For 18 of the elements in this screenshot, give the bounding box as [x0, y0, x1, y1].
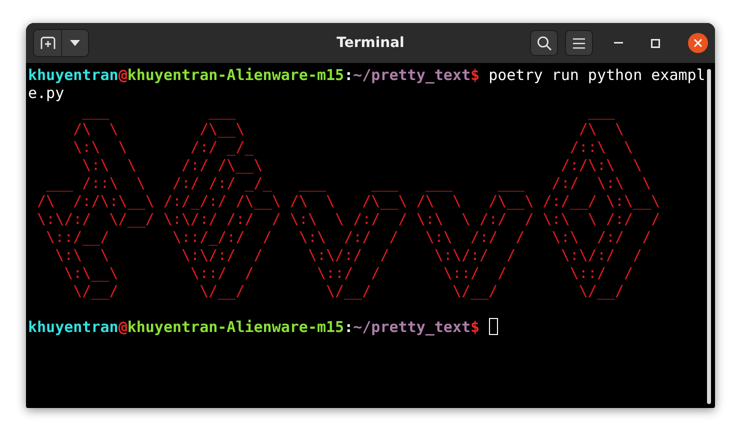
menu-button[interactable] — [565, 30, 593, 56]
maximize-icon — [650, 38, 660, 48]
output-text: e.py — [28, 84, 64, 102]
new-tab-icon — [40, 36, 56, 50]
command-text: poetry run python exampl — [488, 66, 706, 84]
close-icon — [694, 39, 702, 47]
scrollbar[interactable] — [707, 69, 711, 404]
shell-prompt: khuyentran@khuyentran-Alienware-m15:~/pretty_text$ — [28, 66, 480, 84]
ascii-art: ___ ___ ___ /\ \ /\__\ /\ \ \:\ \ /:/ _/_ /::\ \ \:\ \ /:/ /\__\ /:/\:\ \ ___ /::\ \ /:/ /:/ _/_ ___ ___ ___ ___ /:/ \:\ \ /\ /:/\:\__\ /:/_/:/ /\__\ /\ \ /\__\ /\ \ /\__\ /:/__/ \:\__\ \:\/:/ \/__/ \:\/:/ /:/ / \:\ \ /:/ / \:\ \ /:/ / \:\ \ /:/ / \::/__/ \::/_/:/ / \:\ /:/ / \:\ /:/ / \:\ /:/ / \:\ \ \:\/:/ / \:\/:/ / \:\/:/ / \:\/:/ / \:\__\ \::/ / \::/ / \::/ / \::/ / \/__/ \/__/ \/__/ \/__/ \/__/ — [36, 102, 662, 300]
window-title: Terminal — [336, 35, 404, 51]
minimize-icon — [614, 42, 622, 44]
dropdown-button[interactable] — [61, 30, 88, 56]
caret-icon — [70, 40, 80, 46]
search-button[interactable] — [530, 30, 558, 56]
shell-prompt: khuyentran@khuyentran-Alienware-m15:~/pretty_text$ — [28, 318, 480, 336]
search-icon — [536, 36, 552, 50]
close-button[interactable] — [688, 33, 708, 53]
menu-icon — [573, 38, 585, 48]
